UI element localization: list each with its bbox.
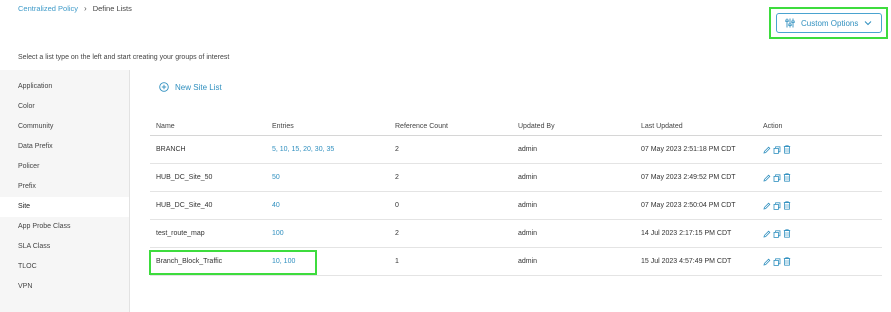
sidebar-item-sla-class[interactable]: SLA Class xyxy=(0,237,129,257)
cell-last-updated: 14 Jul 2023 2:17:15 PM CDT xyxy=(641,230,732,237)
cell-entries-link[interactable]: 40 xyxy=(272,202,395,209)
cell-updated-by: admin xyxy=(518,146,538,153)
breadcrumb-current: Define Lists xyxy=(92,4,132,13)
edit-pencil-icon[interactable] xyxy=(763,174,771,182)
cell-name: test_route_map xyxy=(156,230,205,237)
cell-updated-by: admin xyxy=(518,202,538,209)
plus-circle-icon xyxy=(159,82,169,92)
column-header-name[interactable]: Name xyxy=(150,123,272,130)
table-header: Name Entries Reference Count Updated By … xyxy=(150,118,882,136)
sliders-icon xyxy=(785,18,795,28)
chevron-right-icon: › xyxy=(84,4,87,13)
column-header-reference-count[interactable]: Reference Count xyxy=(395,123,518,130)
sidebar-item-data-prefix[interactable]: Data Prefix xyxy=(0,137,129,157)
table-row: test_route_map 100 2 admin 14 Jul 2023 2… xyxy=(150,220,882,248)
edit-pencil-icon[interactable] xyxy=(763,258,771,266)
cell-name: HUB_DC_Site_40 xyxy=(156,202,213,209)
column-header-updated-by[interactable]: Updated By xyxy=(518,123,641,130)
row-highlight-box xyxy=(149,250,317,275)
cell-entries-link[interactable]: 100 xyxy=(272,230,395,237)
breadcrumb: Centralized Policy › Define Lists xyxy=(18,4,132,13)
trash-icon[interactable] xyxy=(783,145,791,154)
column-header-last-updated[interactable]: Last Updated xyxy=(641,123,763,130)
custom-options-highlight: Custom Options xyxy=(769,7,888,39)
cell-updated-by: admin xyxy=(518,258,538,265)
table-row: HUB_DC_Site_40 40 0 admin 07 May 2023 2:… xyxy=(150,192,882,220)
row-actions xyxy=(763,145,882,154)
sidebar-item-policer[interactable]: Policer xyxy=(0,157,129,177)
copy-icon[interactable] xyxy=(773,145,781,154)
table-row: HUB_DC_Site_50 50 2 admin 07 May 2023 2:… xyxy=(150,164,882,192)
sidebar-item-application[interactable]: Application xyxy=(0,77,129,97)
cell-reference-count: 2 xyxy=(395,174,399,181)
cell-name: BRANCH xyxy=(156,146,186,153)
cell-name: HUB_DC_Site_50 xyxy=(156,174,213,181)
breadcrumb-link-centralized-policy[interactable]: Centralized Policy xyxy=(18,4,78,13)
row-actions xyxy=(763,201,882,210)
cell-entries-link[interactable]: 50 xyxy=(272,174,395,181)
cell-entries-link[interactable]: 5, 10, 15, 20, 30, 35 xyxy=(272,146,395,153)
cell-last-updated: 15 Jul 2023 4:57:49 PM CDT xyxy=(641,258,732,265)
row-actions xyxy=(763,173,882,182)
sidebar-item-app-probe-class[interactable]: App Probe Class xyxy=(0,217,129,237)
copy-icon[interactable] xyxy=(773,257,781,266)
new-site-list-label: New Site List xyxy=(175,82,222,92)
row-actions xyxy=(763,229,882,238)
trash-icon[interactable] xyxy=(783,229,791,238)
cell-last-updated: 07 May 2023 2:50:04 PM CDT xyxy=(641,202,736,209)
chevron-down-icon xyxy=(865,21,872,26)
sidebar-item-prefix[interactable]: Prefix xyxy=(0,177,129,197)
cell-reference-count: 0 xyxy=(395,202,399,209)
custom-options-button[interactable]: Custom Options xyxy=(776,13,882,33)
sidebar-item-site[interactable]: Site xyxy=(0,197,129,217)
new-site-list-button[interactable]: New Site List xyxy=(159,82,222,92)
row-actions xyxy=(763,257,882,266)
trash-icon[interactable] xyxy=(783,201,791,210)
custom-options-label: Custom Options xyxy=(801,18,859,28)
table-row: BRANCH 5, 10, 15, 20, 30, 35 2 admin 07 … xyxy=(150,136,882,164)
copy-icon[interactable] xyxy=(773,229,781,238)
cell-updated-by: admin xyxy=(518,230,538,237)
copy-icon[interactable] xyxy=(773,173,781,182)
edit-pencil-icon[interactable] xyxy=(763,146,771,154)
sidebar-item-vpn[interactable]: VPN xyxy=(0,277,129,297)
list-type-sidebar: Application Color Community Data Prefix … xyxy=(0,70,130,312)
instruction-text: Select a list type on the left and start… xyxy=(18,54,230,61)
cell-last-updated: 07 May 2023 2:49:52 PM CDT xyxy=(641,174,736,181)
edit-pencil-icon[interactable] xyxy=(763,230,771,238)
column-header-entries[interactable]: Entries xyxy=(272,123,395,130)
cell-reference-count: 2 xyxy=(395,230,399,237)
column-header-action: Action xyxy=(763,123,783,130)
sidebar-item-tloc[interactable]: TLOC xyxy=(0,257,129,277)
copy-icon[interactable] xyxy=(773,201,781,210)
trash-icon[interactable] xyxy=(783,257,791,266)
trash-icon[interactable] xyxy=(783,173,791,182)
sidebar-item-color[interactable]: Color xyxy=(0,97,129,117)
cell-reference-count: 2 xyxy=(395,146,399,153)
edit-pencil-icon[interactable] xyxy=(763,202,771,210)
sidebar-item-community[interactable]: Community xyxy=(0,117,129,137)
cell-updated-by: admin xyxy=(518,174,538,181)
cell-reference-count: 1 xyxy=(395,258,399,265)
cell-last-updated: 07 May 2023 2:51:18 PM CDT xyxy=(641,146,736,153)
